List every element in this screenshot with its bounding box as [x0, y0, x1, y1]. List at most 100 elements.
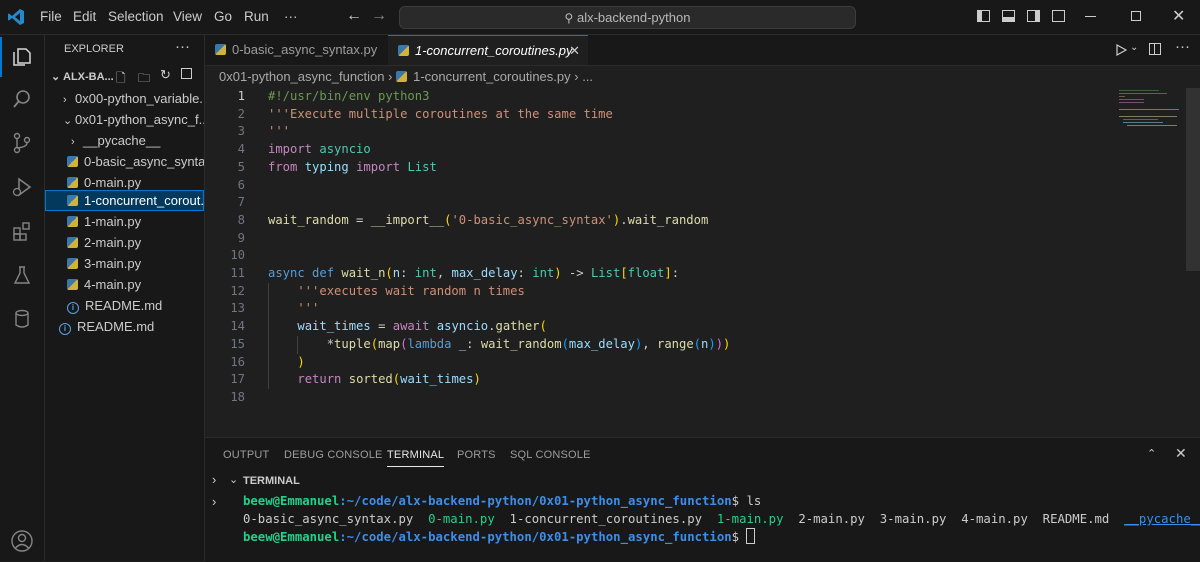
vscode-logo-icon: [8, 9, 24, 25]
close-panel-icon[interactable]: ✕: [1175, 445, 1187, 462]
minimap[interactable]: [1115, 88, 1185, 128]
tree-folder-0x01[interactable]: ⌄ 0x01-python_async_f...: [45, 109, 204, 130]
line-number: 5: [237, 159, 245, 174]
breadcrumb-folder[interactable]: 0x01-python_async_function: [219, 69, 385, 84]
code-editor[interactable]: 1 2 3 4 5 6 7 8 9 10 11 12 13 14 15 16 17 18 #!/usr/bin/e…: [205, 88, 1200, 436]
line-number: 13: [230, 301, 245, 316]
chevron-down-icon: ⌄: [51, 71, 61, 83]
panel-tab-output[interactable]: OUTPUT: [223, 438, 269, 472]
explorer-icon[interactable]: [0, 37, 44, 77]
code-line: wait_times = await asyncio.gather(: [297, 319, 547, 334]
extensions-icon[interactable]: [0, 211, 44, 251]
tree-label: README.md: [85, 298, 163, 313]
close-tab-icon[interactable]: ✕: [569, 36, 580, 66]
tree-label: 1-main.py: [84, 214, 142, 229]
account-icon[interactable]: [0, 521, 44, 561]
refresh-icon[interactable]: ↻: [160, 67, 171, 83]
editor-tabs: 0-basic_async_syntax.py 1-concurrent_cor…: [205, 35, 1200, 66]
command-center-search[interactable]: ⚲ alx-backend-python: [399, 6, 856, 29]
back-arrow-icon[interactable]: ←: [346, 7, 362, 25]
customize-layout-icon[interactable]: [1052, 10, 1065, 22]
editor-scrollbar[interactable]: [1186, 88, 1200, 271]
tab-0-basic-async-syntax[interactable]: 0-basic_async_syntax.py: [205, 35, 388, 65]
tree-label: 0x00-python_variable...: [75, 91, 204, 106]
search-icon[interactable]: [0, 79, 44, 119]
menu-run[interactable]: Run: [244, 0, 269, 34]
chevron-down-icon: ⌄: [63, 115, 73, 127]
explorer-more-actions[interactable]: ···: [175, 38, 190, 55]
explorer-sidebar: EXPLORER ··· ⌄ ALX-BA... 🗋 🗀 ↻ › 0x00-pyth…: [45, 35, 205, 561]
run-python-file-icon[interactable]: [1115, 44, 1127, 56]
menu-selection[interactable]: Selection: [108, 0, 164, 34]
more-actions-icon[interactable]: ···: [1175, 38, 1190, 55]
chevron-right-icon: ›: [574, 69, 583, 84]
database-icon[interactable]: [0, 299, 44, 339]
code-line: ''': [268, 124, 291, 139]
tab-1-concurrent-coroutines[interactable]: 1-concurrent_coroutines.py ✕: [388, 35, 588, 65]
toggle-panel-icon[interactable]: [1002, 10, 1015, 22]
new-file-icon[interactable]: 🗋: [116, 69, 126, 90]
chevron-down-icon[interactable]: ⌄: [229, 473, 238, 486]
code-line: '''Execute multiple coroutines at the sa…: [268, 106, 613, 121]
forward-arrow-icon[interactable]: →: [371, 7, 387, 25]
line-number: 14: [230, 319, 245, 334]
menu-go[interactable]: Go: [214, 0, 232, 34]
tree-file[interactable]: 4-main.py: [45, 274, 204, 295]
minimize-icon[interactable]: [1085, 16, 1096, 17]
code-line: wait_random = __import__('0-basic_async_…: [268, 212, 709, 227]
chevron-right-icon[interactable]: ›: [212, 494, 216, 509]
tree-file[interactable]: i README.md: [45, 295, 204, 316]
python-file-icon: [67, 156, 78, 167]
python-file-icon: [398, 45, 409, 56]
code-line: ): [297, 354, 305, 369]
tree-file[interactable]: i README.md: [45, 316, 204, 337]
breadcrumb-more[interactable]: ...: [582, 69, 593, 84]
tree-label: 3-main.py: [84, 256, 142, 271]
tree-file[interactable]: 3-main.py: [45, 253, 204, 274]
line-number: 16: [230, 354, 245, 369]
testing-icon[interactable]: [0, 255, 44, 295]
panel-tab-sql-console[interactable]: SQL CONSOLE: [510, 438, 591, 472]
terminal-prompt-line[interactable]: beew@Emmanuel:~/code/alx-backend-python/…: [243, 528, 756, 546]
tree-file[interactable]: 0-basic_async_synta...: [45, 151, 204, 172]
code-line: async def wait_n(n: int, max_delay: int)…: [268, 266, 680, 280]
split-editor-icon[interactable]: [1149, 43, 1161, 55]
collapse-all-icon[interactable]: [181, 68, 192, 79]
chevron-down-icon[interactable]: ⌄: [1130, 42, 1138, 53]
tree-file[interactable]: 1-main.py: [45, 211, 204, 232]
tree-folder-0x00[interactable]: › 0x00-python_variable...: [45, 88, 204, 109]
restore-icon[interactable]: [1131, 11, 1141, 21]
source-control-icon[interactable]: [0, 123, 44, 163]
python-file-icon: [67, 258, 78, 269]
panel-tab-ports[interactable]: PORTS: [457, 438, 496, 472]
toggle-primary-sidebar-icon[interactable]: [977, 10, 990, 22]
menu-more[interactable]: ···: [284, 0, 298, 34]
line-number: 12: [230, 283, 245, 298]
tree-file-selected[interactable]: 1-concurrent_corout...: [45, 190, 204, 211]
line-number: 11: [230, 266, 245, 280]
tab-label: 1-concurrent_coroutines.py: [415, 43, 573, 58]
run-debug-icon[interactable]: [0, 167, 44, 207]
menu-edit[interactable]: Edit: [73, 0, 96, 34]
panel-tab-terminal[interactable]: TERMINAL: [387, 444, 445, 467]
python-file-icon: [67, 237, 78, 248]
line-number: 3: [237, 124, 245, 139]
close-window-icon[interactable]: ✕: [1172, 6, 1185, 26]
panel-tab-debug-console[interactable]: DEBUG CONSOLE: [284, 438, 383, 472]
python-file-icon: [67, 279, 78, 290]
line-number: 4: [237, 142, 245, 157]
menu-view[interactable]: View: [173, 0, 202, 34]
menu-file[interactable]: File: [40, 0, 62, 34]
toggle-secondary-sidebar-icon[interactable]: [1027, 10, 1040, 22]
line-number: 7: [237, 195, 245, 210]
chevron-right-icon[interactable]: ›: [212, 472, 216, 487]
terminal-cursor: [746, 528, 756, 544]
tree-file[interactable]: 2-main.py: [45, 232, 204, 253]
chevron-right-icon: ›: [71, 136, 75, 148]
code-line: '''executes wait random n times: [268, 283, 525, 298]
tree-folder-pycache[interactable]: › __pycache__: [45, 130, 204, 151]
chevron-up-icon[interactable]: ⌃: [1147, 447, 1156, 460]
line-number: 9: [237, 230, 245, 245]
breadcrumb-file[interactable]: 1-concurrent_coroutines.py: [413, 69, 571, 84]
new-folder-icon[interactable]: 🗀: [138, 69, 150, 90]
